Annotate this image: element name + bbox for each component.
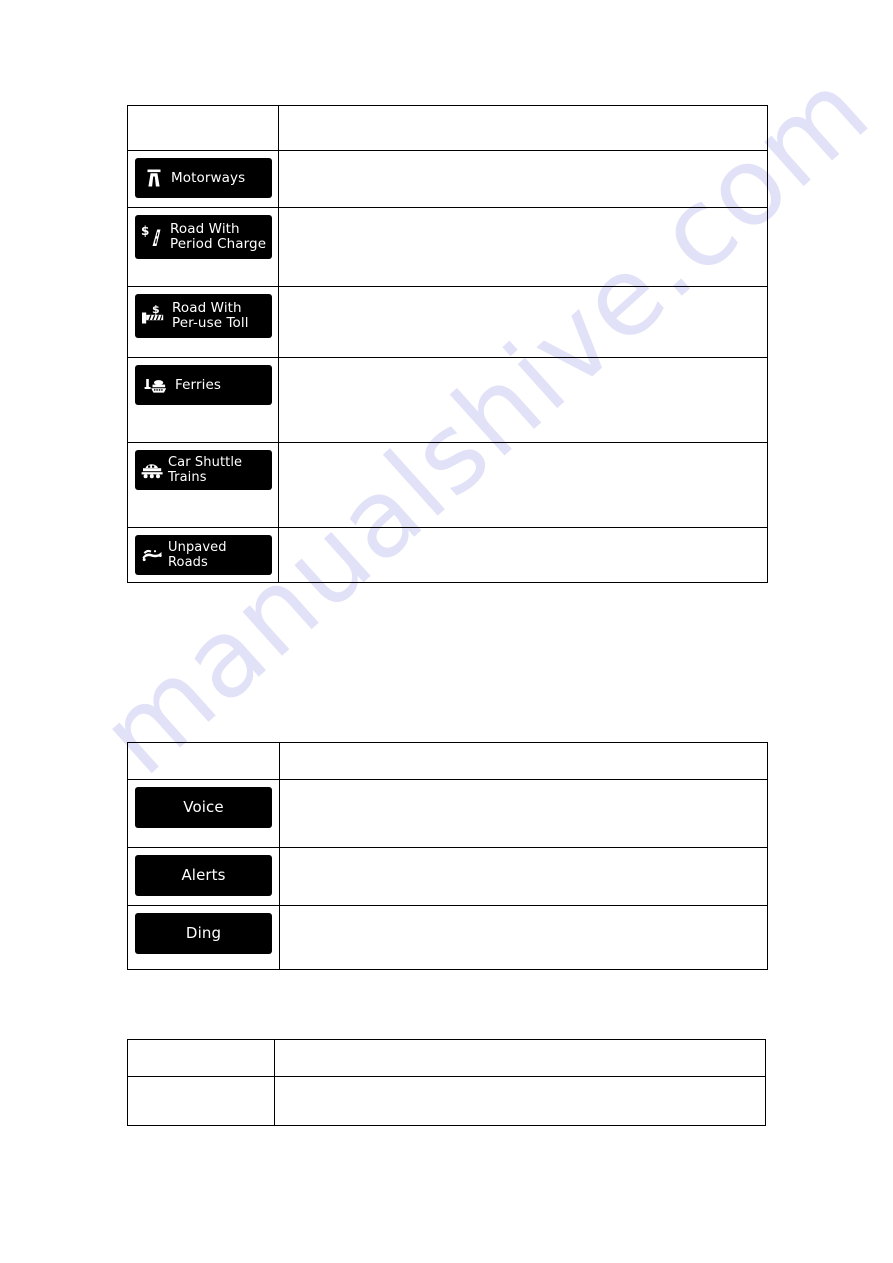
road-with-period-charge-button-label: Road With Period Charge — [170, 220, 267, 252]
row-cell-ferries-button: Ferries — [127, 357, 279, 443]
row-cell-period-charge-description — [278, 207, 768, 287]
extra-table-row-icon-label — [128, 1077, 274, 1125]
table-row: Motorways — [127, 150, 768, 208]
table-row: $ Road With Period Charge — [127, 207, 768, 287]
car-shuttle-trains-button[interactable]: Car Shuttle Trains — [135, 450, 272, 490]
row-cell-ding-button: Ding — [127, 905, 280, 970]
sound-table-header-cell-description — [279, 742, 768, 780]
table-row — [127, 1039, 766, 1077]
row-cell-car-shuttle-trains-description — [278, 442, 768, 528]
voice-button-label: Voice — [183, 798, 224, 816]
ferries-button-label: Ferries — [175, 376, 221, 393]
document-page: Motorways $ Road With Period Charge $ Ro… — [0, 0, 893, 1263]
route-restriction-settings-table: Motorways $ Road With Period Charge $ Ro… — [127, 105, 768, 583]
period-charge-icon: $ — [140, 224, 166, 250]
table-header-icon-label — [128, 106, 278, 150]
row-cell-ding-description — [279, 905, 768, 970]
svg-text:$: $ — [152, 303, 160, 316]
row-cell-ferries-description — [278, 357, 768, 443]
empty-settings-table — [127, 1039, 766, 1126]
row-cell-voice-description — [279, 779, 768, 848]
table-row: Alerts — [127, 847, 768, 906]
table-row: Car Shuttle Trains — [127, 442, 768, 528]
sound-settings-table: Voice Alerts Ding — [127, 742, 768, 970]
motorways-button[interactable]: Motorways — [135, 158, 272, 198]
sound-table-header-icon-label — [128, 743, 279, 779]
unpaved-roads-button[interactable]: Unpaved Roads — [135, 535, 272, 575]
table-header-cell-description — [278, 105, 768, 151]
table-row: Voice — [127, 779, 768, 848]
row-cell-unpaved-roads-description — [278, 527, 768, 583]
extra-table-row-cell-icon — [127, 1076, 275, 1126]
road-with-per-use-toll-button-label: Road With Per-use Toll — [172, 299, 249, 331]
svg-text:$: $ — [141, 224, 149, 238]
alerts-button-label: Alerts — [181, 866, 226, 884]
row-cell-period-charge-button: $ Road With Period Charge — [127, 207, 279, 287]
row-cell-motorways-description — [278, 150, 768, 208]
table-row — [127, 1076, 766, 1126]
row-cell-motorways-button: Motorways — [127, 150, 279, 208]
table-row: Ding — [127, 905, 768, 970]
extra-table-header-cell-description — [274, 1039, 766, 1077]
car-shuttle-trains-button-label: Car Shuttle Trains — [168, 455, 243, 485]
motorways-button-label: Motorways — [171, 169, 246, 186]
row-cell-voice-button: Voice — [127, 779, 280, 848]
row-cell-alerts-button: Alerts — [127, 847, 280, 906]
road-with-per-use-toll-button[interactable]: $ Road With Per-use Toll — [135, 294, 272, 338]
table-row — [127, 105, 768, 151]
row-cell-per-use-toll-description — [278, 286, 768, 358]
table-row: Unpaved Roads — [127, 527, 768, 583]
extra-table-header-icon-label — [128, 1040, 274, 1076]
ding-button[interactable]: Ding — [135, 913, 272, 954]
table-row: $ Road With Per-use Toll — [127, 286, 768, 358]
row-cell-car-shuttle-trains-button: Car Shuttle Trains — [127, 442, 279, 528]
extra-table-row-cell-description — [274, 1076, 766, 1126]
unpaved-roads-button-label: Unpaved Roads — [168, 540, 227, 570]
row-cell-alerts-description — [279, 847, 768, 906]
ding-button-label: Ding — [185, 924, 222, 942]
per-use-toll-icon: $ — [140, 303, 168, 329]
row-cell-unpaved-roads-button: Unpaved Roads — [127, 527, 279, 583]
motorway-icon — [143, 167, 165, 189]
ferry-icon — [143, 374, 169, 396]
sound-table-header-cell-icon — [127, 742, 280, 780]
table-row: Ferries — [127, 357, 768, 443]
unpaved-road-icon — [140, 545, 164, 565]
extra-table-header-cell-icon — [127, 1039, 275, 1077]
road-with-period-charge-button[interactable]: $ Road With Period Charge — [135, 215, 272, 259]
row-cell-per-use-toll-button: $ Road With Per-use Toll — [127, 286, 279, 358]
table-header-cell-icon — [127, 105, 279, 151]
voice-button[interactable]: Voice — [135, 787, 272, 828]
ferries-button[interactable]: Ferries — [135, 365, 272, 405]
car-shuttle-train-icon — [140, 460, 164, 480]
table-row — [127, 742, 768, 780]
alerts-button[interactable]: Alerts — [135, 855, 272, 896]
